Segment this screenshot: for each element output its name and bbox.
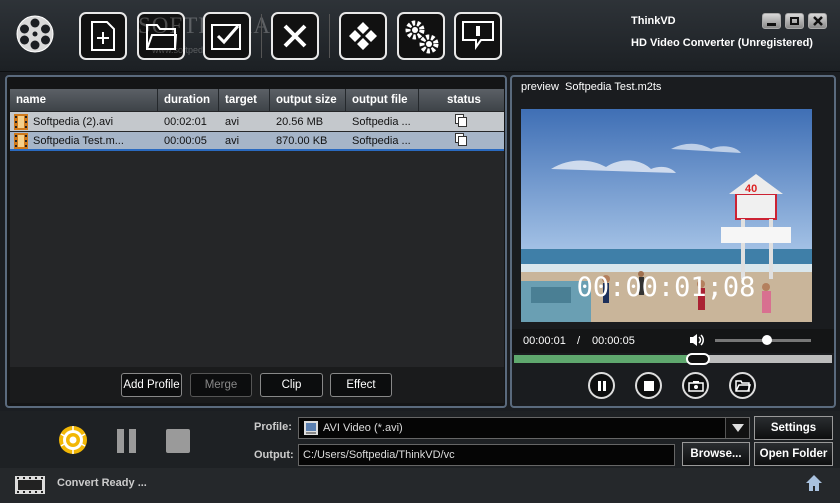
table-row[interactable]: Softpedia (2).avi 00:02:01 avi 20.56 MB … [10, 112, 504, 131]
lifeguard-number: 40 [745, 183, 757, 195]
maximize-button[interactable] [785, 13, 804, 29]
film-file-icon [14, 132, 28, 149]
table-row[interactable]: Softpedia Test.m... 00:00:05 avi 870.00 … [10, 132, 504, 151]
diamond-icon [349, 22, 377, 50]
stop-convert-button[interactable] [166, 429, 190, 453]
open-folder-button[interactable]: Open Folder [754, 442, 833, 466]
help-icon [462, 21, 494, 51]
stop-preview-button[interactable] [635, 372, 662, 399]
camera-icon [687, 380, 704, 392]
column-output-size[interactable]: output size [270, 89, 346, 111]
pause-icon [597, 380, 606, 391]
output-label: Output: [254, 449, 294, 461]
add-file-icon [91, 21, 115, 51]
current-time: 00:00:01 [523, 335, 566, 347]
add-profile-button[interactable]: Add Profile [121, 373, 182, 397]
status-text: Convert Ready ... [57, 477, 147, 489]
remove-button[interactable] [271, 12, 319, 60]
browse-button[interactable]: Browse... [682, 442, 750, 466]
close-button[interactable] [808, 13, 827, 29]
output-path-input[interactable]: C:/Users/Softpedia/ThinkVD/vc [298, 444, 675, 466]
volume-knob[interactable] [761, 335, 772, 345]
row-duration: 00:00:05 [164, 134, 207, 147]
home-icon[interactable] [805, 474, 823, 492]
column-target[interactable]: target [219, 89, 270, 111]
snapshot-folder-button[interactable] [729, 372, 756, 399]
minimize-button[interactable] [762, 13, 781, 29]
column-duration[interactable]: duration [158, 89, 219, 111]
row-target: avi [225, 115, 240, 128]
total-time: 00:00:05 [592, 335, 635, 347]
profile-dropdown-button[interactable] [725, 418, 749, 438]
timeline-slider[interactable] [514, 353, 832, 365]
stop-icon [643, 380, 654, 391]
row-name: Softpedia Test.m... [33, 134, 124, 147]
preview-title: preview Softpedia Test.m2ts [521, 81, 662, 93]
copy-status-icon [455, 132, 467, 146]
list-footer [10, 367, 504, 403]
convert-button[interactable] [58, 425, 88, 455]
profile-label: Profile: [254, 421, 292, 433]
settings-button[interactable] [397, 12, 445, 60]
row-size: 20.56 MB [276, 115, 324, 128]
copy-status-icon [455, 113, 467, 127]
row-file: Softpedia ... [352, 134, 411, 147]
timeline-knob[interactable] [686, 353, 711, 365]
row-duration: 00:02:01 [164, 115, 207, 128]
avi-file-icon [304, 421, 318, 435]
status-bar: Convert Ready ... [0, 468, 840, 503]
video-frame[interactable]: 40 00:00:01;08 [521, 109, 812, 322]
effect-button[interactable]: Effect [330, 373, 392, 397]
app-title: ThinkVD [631, 15, 676, 27]
pause-preview-button[interactable] [588, 372, 615, 399]
convert-icon [59, 426, 87, 454]
playback-time-bar: 00:00:01 / 00:00:05 [512, 329, 834, 353]
file-list-panel: name duration target output size output … [5, 75, 507, 408]
row-target: avi [225, 134, 240, 147]
snapshot-button[interactable] [682, 372, 709, 399]
profile-value: AVI Video (*.avi) [323, 422, 403, 434]
pause-convert-button[interactable] [115, 428, 139, 454]
film-strip-icon [15, 476, 45, 494]
film-file-icon [14, 113, 28, 130]
preview-panel: preview Softpedia Test.m2ts 40 00:00:01;… [510, 75, 836, 408]
volume-slider[interactable] [715, 335, 811, 345]
row-name: Softpedia (2).avi [33, 115, 114, 128]
select-all-button[interactable] [203, 12, 251, 60]
volume-icon[interactable] [689, 333, 705, 347]
maximize-icon [790, 17, 799, 25]
minimize-icon [767, 22, 776, 26]
column-status[interactable]: status [419, 89, 504, 111]
row-file: Softpedia ... [352, 115, 411, 128]
profile-select[interactable]: AVI Video (*.avi) [298, 417, 750, 439]
time-separator: / [577, 335, 581, 347]
bottom-section: Profile: AVI Video (*.avi) Settings Outp… [0, 411, 840, 503]
chevron-down-icon [731, 424, 744, 432]
open-folder-icon [734, 380, 751, 392]
timeline-progress [514, 355, 699, 363]
clip-button[interactable]: Clip [260, 373, 323, 397]
remove-icon [283, 24, 307, 48]
settings-profile-button[interactable]: Settings [754, 416, 833, 440]
settings-gears-icon [405, 20, 439, 54]
list-header: name duration target output size output … [10, 89, 504, 111]
pause-icon [117, 429, 136, 453]
reel-icon[interactable] [15, 14, 55, 54]
merge-button[interactable]: Merge [190, 373, 252, 397]
column-name[interactable]: name [10, 89, 158, 111]
checkbox-icon [211, 24, 241, 50]
close-icon [812, 16, 823, 26]
add-file-button[interactable] [79, 12, 127, 60]
timecode-overlay: 00:00:01;08 [577, 272, 756, 303]
app-subtitle: HD Video Converter (Unregistered) [631, 37, 813, 49]
column-output-file[interactable]: output file [346, 89, 419, 111]
toolbar: SOFTPEDIA www.softpedia.com ThinkVD HD V… [0, 0, 840, 72]
row-size: 870.00 KB [276, 134, 328, 147]
help-button[interactable] [454, 12, 502, 60]
tools-button[interactable] [339, 12, 387, 60]
